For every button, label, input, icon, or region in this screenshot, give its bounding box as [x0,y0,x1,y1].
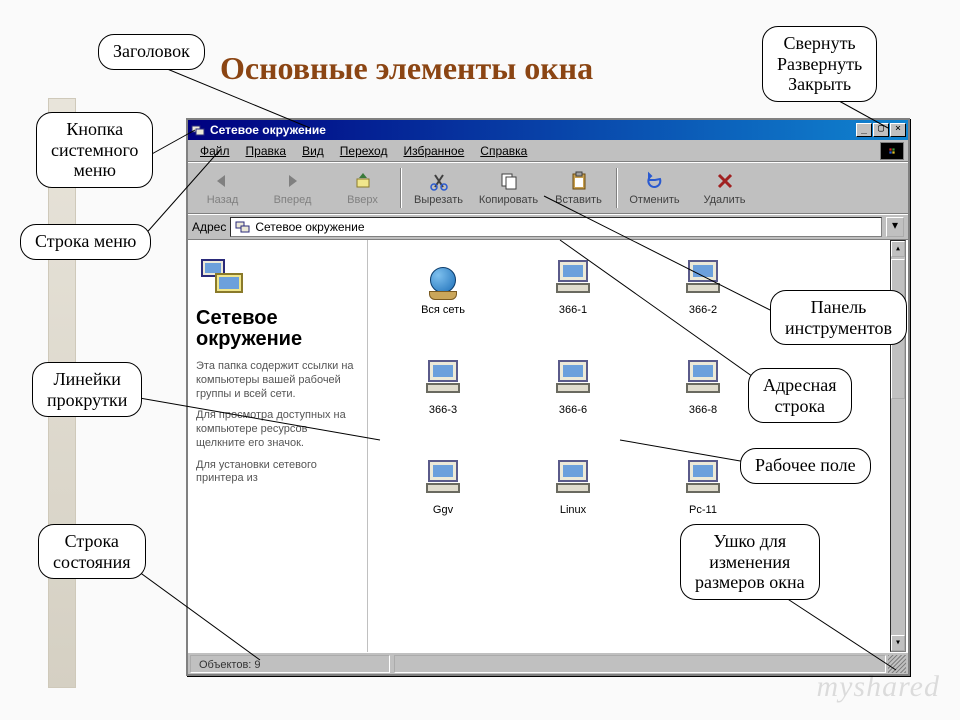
toolbar-label: Отменить [629,194,679,206]
undo-icon [644,170,666,192]
callout-title: Заголовок [98,34,205,70]
callout-statusbar: Строка состояния [38,524,146,579]
pc-icon [683,260,723,300]
toolbar-label: Удалить [704,194,746,206]
address-field[interactable]: Сетевое окружение [230,217,882,237]
file-item-label: Linux [560,504,586,516]
callout-winbuttons: Свернуть Развернуть Закрыть [762,26,877,102]
menu-edit[interactable]: Правка [238,142,295,160]
file-item-label: 366-6 [559,404,587,416]
toolbar-undo-button[interactable]: Отменить [620,163,690,213]
window-title: Сетевое окружение [210,123,855,137]
ie-logo-icon [880,142,904,160]
file-item[interactable]: 366-6 [508,354,638,450]
title-bar[interactable]: Сетевое окружение _ ▢ × [188,120,908,140]
status-bar: Объектов: 9 [188,652,908,674]
file-item[interactable]: Linux [508,454,638,550]
toolbar-label: Вверх [347,194,378,206]
toolbar-label: Назад [207,194,239,206]
cut-icon [428,170,450,192]
toolbar-label: Вырезать [414,194,463,206]
callout-grip: Ушко для изменения размеров окна [680,524,820,600]
toolbar-back-button: Назад [188,163,258,213]
copy-icon [498,170,520,192]
network-big-icon [198,254,246,302]
slide-title: Основные элементы окна [220,52,593,84]
status-spacer [394,655,886,673]
pc-icon [553,460,593,500]
pc-icon [553,360,593,400]
scroll-up-button[interactable]: ▴ [891,241,905,257]
toolbar-sep [400,168,402,208]
file-item-label: 366-3 [429,404,457,416]
resize-grip[interactable] [888,655,906,673]
menu-fav[interactable]: Избранное [395,142,472,160]
scroll-down-button[interactable]: ▾ [891,635,905,651]
menu-go[interactable]: Переход [332,142,396,160]
delete-icon [714,170,736,192]
callout-scrollbars: Линейки прокрутки [32,362,142,417]
pc-icon [683,460,723,500]
callout-workarea: Рабочее поле [740,448,871,484]
file-item[interactable]: 366-1 [508,254,638,350]
status-text: Объектов: 9 [190,655,390,673]
pc-icon [553,260,593,300]
info-pane: Сетевое окружение Эта папка содержит ссы… [188,240,368,652]
toolbar-cut-button[interactable]: Вырезать [404,163,474,213]
file-item[interactable]: 366-2 [638,254,768,350]
info-p2: Для просмотра доступных на компьютере ре… [196,409,357,450]
toolbar-delete-button[interactable]: Удалить [690,163,760,213]
back-icon [212,170,234,192]
callout-toolbar: Панель инструментов [770,290,907,345]
toolbar: Назад Вперед Вверх Вырезать Копировать Встави… [188,162,908,214]
toolbar-forward-button: Вперед [258,163,328,213]
toolbar-up-button: Вверх [328,163,398,213]
pc-icon [683,360,723,400]
file-item-label: 366-8 [689,404,717,416]
address-label: Адрес [192,220,226,234]
file-item-label: 366-2 [689,304,717,316]
file-item[interactable]: 366-3 [378,354,508,450]
callout-sysmenu: Кнопка системного меню [36,112,153,188]
toolbar-sep [616,168,618,208]
minimize-button[interactable]: _ [856,123,872,137]
file-item-label: Вся сеть [421,304,465,316]
system-menu-icon[interactable] [190,122,206,138]
info-heading: Сетевое окружение [196,308,357,350]
paste-icon [568,170,590,192]
close-button[interactable]: × [890,123,906,137]
file-item[interactable]: Вся сеть [378,254,508,350]
menu-help[interactable]: Справка [472,142,535,160]
toolbar-label: Копировать [479,194,538,206]
info-p3: Для установки сетевого принтера из [196,459,357,487]
toolbar-paste-button[interactable]: Вставить [544,163,614,213]
callout-menubar: Строка меню [20,224,151,260]
network-places-icon [235,219,251,235]
up-icon [352,170,374,192]
file-item-label: 366-1 [559,304,587,316]
forward-icon [282,170,304,192]
pc-icon [423,360,463,400]
menu-view[interactable]: Вид [294,142,332,160]
toolbar-label: Вперед [274,194,312,206]
maximize-button[interactable]: ▢ [873,123,889,137]
file-item-label: Pc-11 [689,504,717,516]
address-value: Сетевое окружение [255,220,364,234]
menu-file[interactable]: Файл [192,142,238,160]
info-p1: Эта папка содержит ссылки на компьютеры … [196,360,357,401]
file-item[interactable]: Ggv [378,454,508,550]
callout-addressbar: Адресная строка [748,368,852,423]
file-item-label: Ggv [433,504,453,516]
menu-bar: Файл Правка Вид Переход Избранное Справк… [188,140,908,162]
toolbar-copy-button[interactable]: Копировать [474,163,544,213]
address-bar: Адрес Сетевое окружение ▾ [188,214,908,240]
watermark: myshared [816,672,940,702]
toolbar-label: Вставить [555,194,602,206]
address-dropdown-button[interactable]: ▾ [886,217,904,237]
globe-icon [423,260,463,300]
pc-icon [423,460,463,500]
